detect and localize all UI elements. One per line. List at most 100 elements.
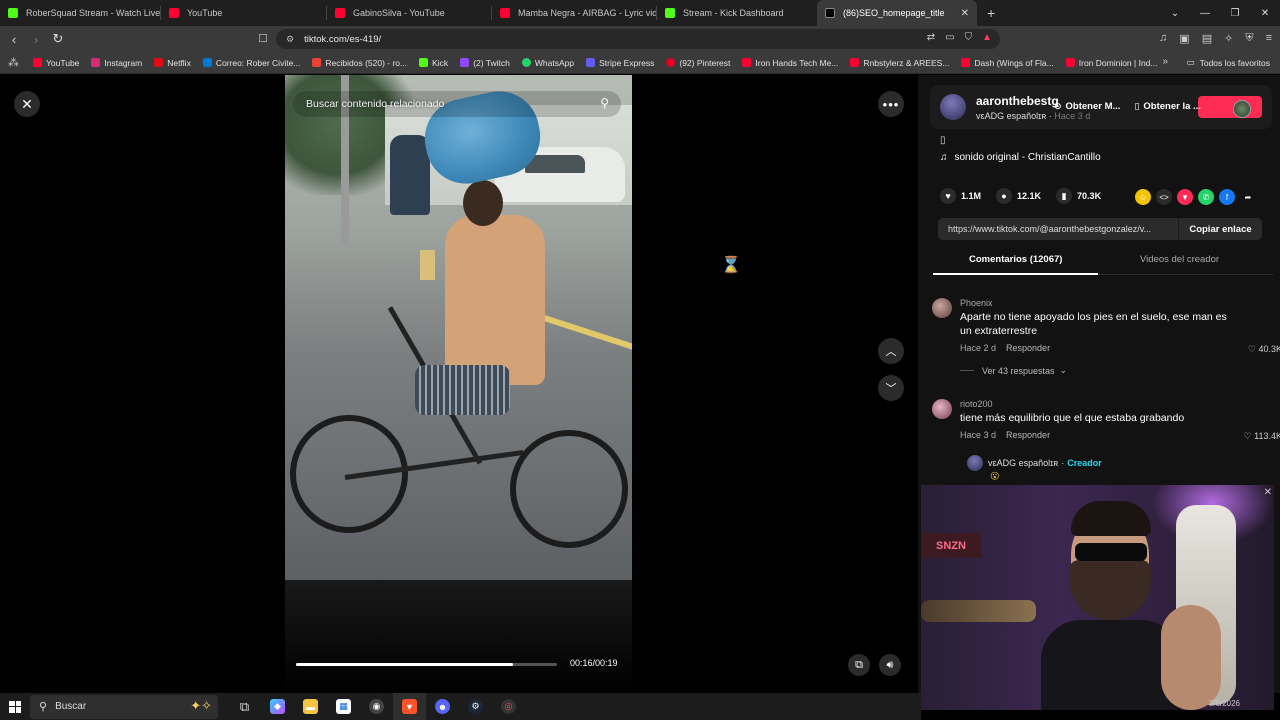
browser-tab[interactable]: Mamba Negra - AIRBAG - Lyric video bbox=[492, 0, 656, 26]
steam-icon[interactable]: ⚙ bbox=[459, 693, 492, 720]
discord-icon[interactable]: ☻ bbox=[426, 693, 459, 720]
commenter-username[interactable]: Phoenix bbox=[960, 298, 993, 308]
bookmark-netflix[interactable]: Netflix bbox=[154, 58, 191, 68]
video-player[interactable]: Buscar contenido relacionado ⚲ 00:16/00:… bbox=[285, 75, 632, 693]
follow-button[interactable] bbox=[1198, 96, 1262, 118]
bookmark-outlook[interactable]: Correo: Rober Civite... bbox=[202, 58, 300, 68]
previous-video-button[interactable]: ︿ bbox=[878, 338, 904, 364]
minimize-icon[interactable]: — bbox=[1190, 8, 1220, 19]
bookmark-icon[interactable]: ☐ bbox=[258, 32, 268, 45]
taskbar-search[interactable]: ⚲ Buscar ✦✧ bbox=[30, 694, 218, 719]
comment-age: Hace 2 d bbox=[960, 343, 997, 353]
new-tab-button[interactable]: + bbox=[987, 5, 995, 21]
next-video-button[interactable]: ﹀ bbox=[878, 375, 904, 401]
all-bookmarks[interactable]: ▭ Todos los favoritos bbox=[1187, 57, 1270, 68]
whatsapp-icon[interactable]: ✆ bbox=[1198, 189, 1214, 205]
bookmark-dash[interactable]: Dash (Wings of Fla... bbox=[961, 58, 1054, 68]
save-button[interactable]: ▮ 70.3K bbox=[1056, 188, 1101, 204]
browser-tab[interactable]: Stream - Kick Dashboard bbox=[657, 0, 817, 26]
creator-avatar[interactable] bbox=[967, 455, 983, 471]
more-options-button[interactable]: ••• bbox=[878, 91, 904, 117]
share-link-text[interactable]: https://www.tiktok.com/@aaronthebestgonz… bbox=[948, 224, 1170, 234]
share-arrow-icon[interactable]: ➦ bbox=[1240, 189, 1256, 205]
restore-icon[interactable]: ❐ bbox=[1220, 8, 1250, 19]
bookmark-rnbstylerz[interactable]: Rnbstylerz & AREES... bbox=[850, 58, 949, 68]
close-video-button[interactable]: ✕ bbox=[14, 91, 40, 117]
bookmark-youtube[interactable]: YouTube bbox=[33, 58, 79, 68]
browser-tab[interactable]: RoberSquad Stream - Watch Live bbox=[0, 0, 160, 26]
commenter-username[interactable]: rioto200 bbox=[960, 399, 993, 409]
sidebar-icon[interactable]: ▣ bbox=[1179, 32, 1189, 45]
like-button[interactable]: ♥ 1.1M bbox=[940, 188, 981, 204]
bookmark-stripe[interactable]: Stripe Express bbox=[586, 58, 654, 68]
site-info-icon[interactable]: ⚙ bbox=[286, 34, 294, 45]
author-avatar[interactable] bbox=[940, 94, 966, 120]
comment-button[interactable]: ● 12.1K bbox=[996, 188, 1041, 204]
bookmark-kick[interactable]: Kick bbox=[419, 58, 448, 68]
rewards-icon[interactable]: ▲ bbox=[982, 32, 992, 43]
get-app-button-1[interactable]: ⊙ Obtener M... bbox=[1054, 101, 1120, 112]
task-view-icon[interactable]: ⧉ bbox=[228, 693, 261, 720]
cast-icon[interactable]: ▭ bbox=[945, 32, 954, 43]
app-icon[interactable]: ◎ bbox=[492, 693, 525, 720]
send-icon[interactable]: ▼ bbox=[1177, 189, 1193, 205]
bookmark-gmail[interactable]: Recibidos (520) - ro... bbox=[312, 58, 407, 68]
author-username[interactable]: aaronthebestg bbox=[976, 94, 1059, 108]
bookmark-twitch[interactable]: (2) Twitch bbox=[460, 58, 510, 68]
file-explorer-icon[interactable]: ▬ bbox=[294, 693, 327, 720]
volume-button[interactable]: 🔊︎ bbox=[879, 654, 901, 676]
bookmark-pinterest[interactable]: (92) Pinterest bbox=[666, 58, 730, 68]
menu-icon[interactable]: ≡ bbox=[1266, 32, 1272, 45]
bookmark-whatsapp[interactable]: WhatsApp bbox=[521, 58, 574, 68]
tab-search-icon[interactable]: ⌄ bbox=[1160, 8, 1190, 19]
commenter-avatar[interactable] bbox=[932, 298, 952, 318]
bookmark-instagram[interactable]: Instagram bbox=[91, 58, 142, 68]
apps-grid-icon[interactable]: ⁂ bbox=[8, 56, 19, 69]
browser-tab[interactable]: YouTube bbox=[161, 0, 326, 26]
browser-tab-active[interactable]: (86)SEO_homepage_title ✕ bbox=[817, 0, 977, 26]
media-icon[interactable]: ♫ bbox=[1159, 32, 1167, 45]
comment-like-button[interactable]: ♡ 40.3K bbox=[1248, 344, 1280, 355]
start-button[interactable] bbox=[0, 693, 30, 720]
search-icon[interactable]: ⚲ bbox=[600, 96, 609, 110]
close-icon[interactable]: ✕ bbox=[1264, 487, 1272, 498]
translate-icon[interactable]: ⇄ bbox=[927, 32, 935, 43]
commenter-avatar[interactable] bbox=[932, 399, 952, 419]
sound-link[interactable]: ♫ sonido original - ChristianCantillo bbox=[940, 152, 1101, 163]
back-icon[interactable]: ‹ bbox=[4, 32, 24, 47]
tab-comments[interactable]: Comentarios (12067) bbox=[969, 254, 1062, 265]
get-app-button-2[interactable]: ▯ Obtener la ... bbox=[1134, 101, 1201, 112]
wallet-icon[interactable]: ▤ bbox=[1202, 32, 1212, 45]
tab-creator-videos[interactable]: Videos del creador bbox=[1140, 254, 1219, 265]
video-progress-bar[interactable] bbox=[296, 663, 557, 666]
viewer-avatar[interactable] bbox=[1233, 100, 1251, 118]
friends-share-icon[interactable]: ☺ bbox=[1135, 189, 1151, 205]
floating-player-button[interactable]: ⧉ bbox=[848, 654, 870, 676]
copilot-icon[interactable]: ◆ bbox=[261, 693, 294, 720]
browser-tab[interactable]: GabinoSilva - YouTube bbox=[327, 0, 491, 26]
tiktok-favicon-icon bbox=[825, 8, 835, 18]
close-window-icon[interactable]: ✕ bbox=[1250, 8, 1280, 19]
brave-browser-icon[interactable]: ▼ bbox=[393, 693, 426, 720]
store-icon[interactable]: ▦ bbox=[327, 693, 360, 720]
shield-icon[interactable]: ⛉ bbox=[965, 32, 973, 43]
ai-icon[interactable]: ✧ bbox=[1224, 32, 1233, 45]
reload-icon[interactable]: ↻ bbox=[48, 31, 68, 47]
address-bar[interactable]: ⚙ tiktok.com/es-419/ ⇄ ▭ ⛉ ▲ bbox=[276, 29, 1000, 49]
bookmark-iron-dominion[interactable]: Iron Dominion | Ind... bbox=[1065, 58, 1158, 68]
obs-icon[interactable]: ◉ bbox=[360, 693, 393, 720]
view-replies-button[interactable]: Ver 43 respuestas ⌄ bbox=[960, 365, 1067, 376]
facebook-icon[interactable]: f bbox=[1219, 189, 1235, 205]
reply-button[interactable]: Responder bbox=[1006, 430, 1050, 440]
bookmark-iron-hands[interactable]: Iron Hands Tech Me... bbox=[742, 58, 838, 68]
related-search-bar[interactable]: Buscar contenido relacionado ⚲ bbox=[293, 91, 621, 117]
copy-link-button[interactable]: Copiar enlace bbox=[1178, 218, 1262, 240]
close-tab-icon[interactable]: ✕ bbox=[961, 8, 969, 19]
more-bookmarks-icon[interactable]: » bbox=[1162, 56, 1168, 67]
reply-button[interactable]: Responder bbox=[1006, 343, 1050, 353]
comment-like-button[interactable]: ♡ 113.4K bbox=[1244, 431, 1280, 442]
forward-icon[interactable]: › bbox=[26, 32, 46, 47]
vpn-icon[interactable]: ⛨ bbox=[1245, 32, 1253, 45]
creator-reply-name[interactable]: vɛADG españolɪʀ bbox=[988, 458, 1058, 468]
embed-icon[interactable]: <> bbox=[1156, 189, 1172, 205]
